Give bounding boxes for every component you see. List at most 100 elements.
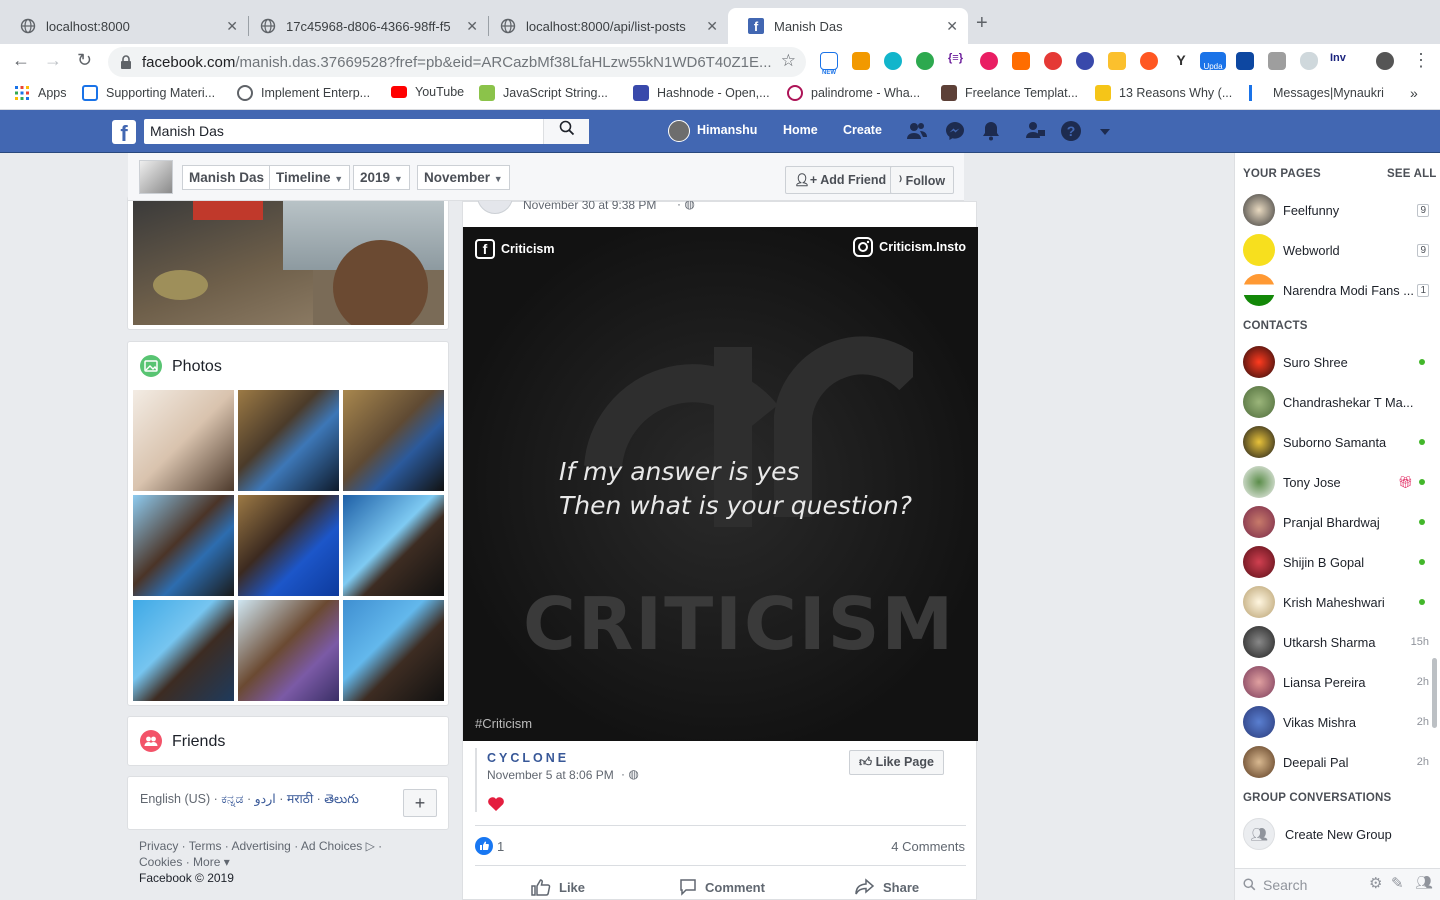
page-item[interactable]: Feelfunny 9	[1243, 190, 1429, 230]
bookmark-item[interactable]: YouTube	[391, 85, 464, 99]
extension-icon[interactable]	[1076, 52, 1094, 70]
contact-item[interactable]: Utkarsh Sharma 15h	[1243, 622, 1429, 662]
photo-thumbnail[interactable]	[238, 600, 339, 701]
close-tab-icon[interactable]: ✕	[946, 18, 958, 35]
extension-icon[interactable]	[852, 52, 870, 70]
see-all-link[interactable]: SEE ALL	[1387, 168, 1437, 180]
close-tab-icon[interactable]: ✕	[226, 18, 238, 35]
extension-update-icon[interactable]: Upda	[1200, 52, 1226, 71]
contact-item[interactable]: Tony Jose 🎁︎	[1243, 462, 1429, 502]
post-image[interactable]: f Criticism Criticism.Insto If my answer…	[463, 227, 978, 741]
shared-post-timestamp[interactable]: November 5 at 8:06 PM	[487, 768, 614, 782]
timeline-dropdown[interactable]: Timeline ▼	[269, 165, 351, 190]
contact-item[interactable]: Deepali Pal 2h	[1243, 742, 1429, 782]
bookmark-item[interactable]: Supporting Materi...	[82, 85, 215, 101]
bookmark-item[interactable]: Implement Enterp...	[237, 85, 370, 101]
cookies-link[interactable]: Cookies	[139, 855, 182, 869]
extension-shield-icon[interactable]	[1300, 52, 1318, 70]
friends-title[interactable]: Friends	[172, 733, 225, 751]
bookmark-item[interactable]: Freelance Templat...	[941, 85, 1078, 101]
extension-inv-icon[interactable]: Inv	[1330, 52, 1354, 70]
extension-icon[interactable]	[1012, 52, 1030, 70]
browser-menu-icon[interactable]: ⋮	[1412, 50, 1430, 71]
reaction-count[interactable]: 1	[497, 839, 504, 854]
featured-photo[interactable]	[133, 200, 444, 325]
language-link[interactable]: తెలుగు	[324, 792, 359, 806]
extension-icon[interactable]	[1236, 52, 1254, 70]
profile-avatar-icon[interactable]	[1376, 52, 1394, 70]
new-group-icon[interactable]: 👥︎	[1415, 874, 1433, 891]
chat-search-input[interactable]: Search	[1263, 877, 1307, 893]
share-button[interactable]: Share	[855, 878, 919, 896]
bookmark-star-icon[interactable]: ☆	[781, 51, 796, 71]
extension-icon[interactable]	[1108, 52, 1126, 70]
photo-thumbnail[interactable]	[343, 495, 444, 596]
search-button[interactable]	[543, 119, 589, 144]
extension-icon[interactable]	[884, 52, 902, 70]
forward-arrow-icon[interactable]: →	[44, 50, 62, 71]
back-arrow-icon[interactable]: ←	[12, 50, 30, 71]
browser-tab-active[interactable]: f Manish Das ✕	[728, 8, 968, 44]
add-friend-button[interactable]: 👤︎+ Add Friend	[785, 166, 896, 194]
new-message-icon[interactable]: ✎	[1391, 874, 1404, 892]
photo-thumbnail[interactable]	[343, 600, 444, 701]
contact-item[interactable]: Vikas Mishra 2h	[1243, 702, 1429, 742]
browser-tab[interactable]: 17c45968-d806-4366-98ff-f5 ✕	[240, 8, 488, 44]
account-dropdown-icon[interactable]	[1098, 120, 1112, 142]
home-link[interactable]: Home	[783, 123, 818, 137]
page-item[interactable]: Webworld 9	[1243, 230, 1429, 270]
bookmark-item[interactable]: Hashnode - Open,...	[633, 85, 770, 101]
contact-item[interactable]: Suro Shree	[1243, 342, 1429, 382]
extension-icon[interactable]	[980, 52, 998, 70]
like-button[interactable]: Like	[531, 878, 585, 896]
extension-y-icon[interactable]: Y	[1172, 52, 1190, 70]
comments-count[interactable]: 4 Comments	[891, 839, 965, 854]
like-page-button[interactable]: 👍︎ Like Page	[849, 750, 944, 775]
help-question-icon[interactable]: ?	[1060, 120, 1082, 142]
user-avatar[interactable]	[668, 120, 690, 142]
bookmark-item[interactable]: JavaScript String...	[479, 85, 608, 101]
follow-button[interactable]: ⁾ Follow	[890, 166, 955, 194]
friend-requests-icon[interactable]	[906, 120, 928, 142]
page-item[interactable]: Narendra Modi Fans ... 1	[1243, 270, 1429, 310]
settings-gear-icon[interactable]: ⚙	[1369, 874, 1382, 892]
profile-link[interactable]: Himanshu	[697, 123, 757, 137]
extension-json-icon[interactable]: {≡}	[948, 52, 966, 70]
language-link[interactable]: ಕನ್ನಡ	[221, 792, 243, 806]
contact-item[interactable]: Krish Maheshwari	[1243, 582, 1429, 622]
find-friends-icon[interactable]	[1024, 120, 1046, 142]
contact-item[interactable]: Shijin B Gopal	[1243, 542, 1429, 582]
profile-thumbnail[interactable]	[139, 160, 173, 194]
photo-thumbnail[interactable]	[133, 495, 234, 596]
facebook-search-input[interactable]: Manish Das	[144, 119, 589, 144]
contact-item[interactable]: Chandrashekar T Ma...	[1243, 382, 1429, 422]
extension-icon[interactable]	[1140, 52, 1158, 70]
bookmark-item[interactable]: palindrome - Wha...	[787, 85, 920, 101]
privacy-link[interactable]: Privacy	[139, 839, 178, 853]
facebook-logo-icon[interactable]: f	[112, 120, 136, 146]
browser-tab[interactable]: localhost:8000 ✕	[0, 8, 248, 44]
create-link[interactable]: Create	[843, 123, 882, 137]
extension-icon[interactable]	[1268, 52, 1286, 70]
photos-title[interactable]: Photos	[172, 358, 222, 376]
month-dropdown[interactable]: November ▼	[417, 165, 510, 190]
comment-button[interactable]: Comment	[679, 878, 765, 896]
profile-name-link[interactable]: Manish Das	[182, 165, 272, 190]
photo-thumbnail[interactable]	[133, 600, 234, 701]
new-tab-button[interactable]: +	[976, 12, 988, 35]
more-bookmarks-icon[interactable]: »	[1410, 85, 1418, 101]
language-link[interactable]: اردو	[255, 792, 276, 806]
bookmark-item[interactable]: 13 Reasons Why (...	[1095, 85, 1232, 101]
bookmark-apps[interactable]: Apps	[14, 85, 67, 101]
photo-thumbnail[interactable]	[238, 495, 339, 596]
terms-link[interactable]: Terms	[189, 839, 222, 853]
reload-icon[interactable]: ↻	[77, 50, 92, 71]
photo-thumbnail[interactable]	[343, 390, 444, 491]
language-link[interactable]: मराठी	[287, 792, 313, 806]
add-language-button[interactable]: +	[403, 789, 437, 817]
extension-new-icon[interactable]: NEW	[820, 52, 838, 76]
close-tab-icon[interactable]: ✕	[706, 18, 718, 35]
contact-item[interactable]: Liansa Pereira 2h	[1243, 662, 1429, 702]
ad-choices-link[interactable]: Ad Choices	[301, 839, 362, 853]
more-link[interactable]: More	[193, 855, 220, 869]
